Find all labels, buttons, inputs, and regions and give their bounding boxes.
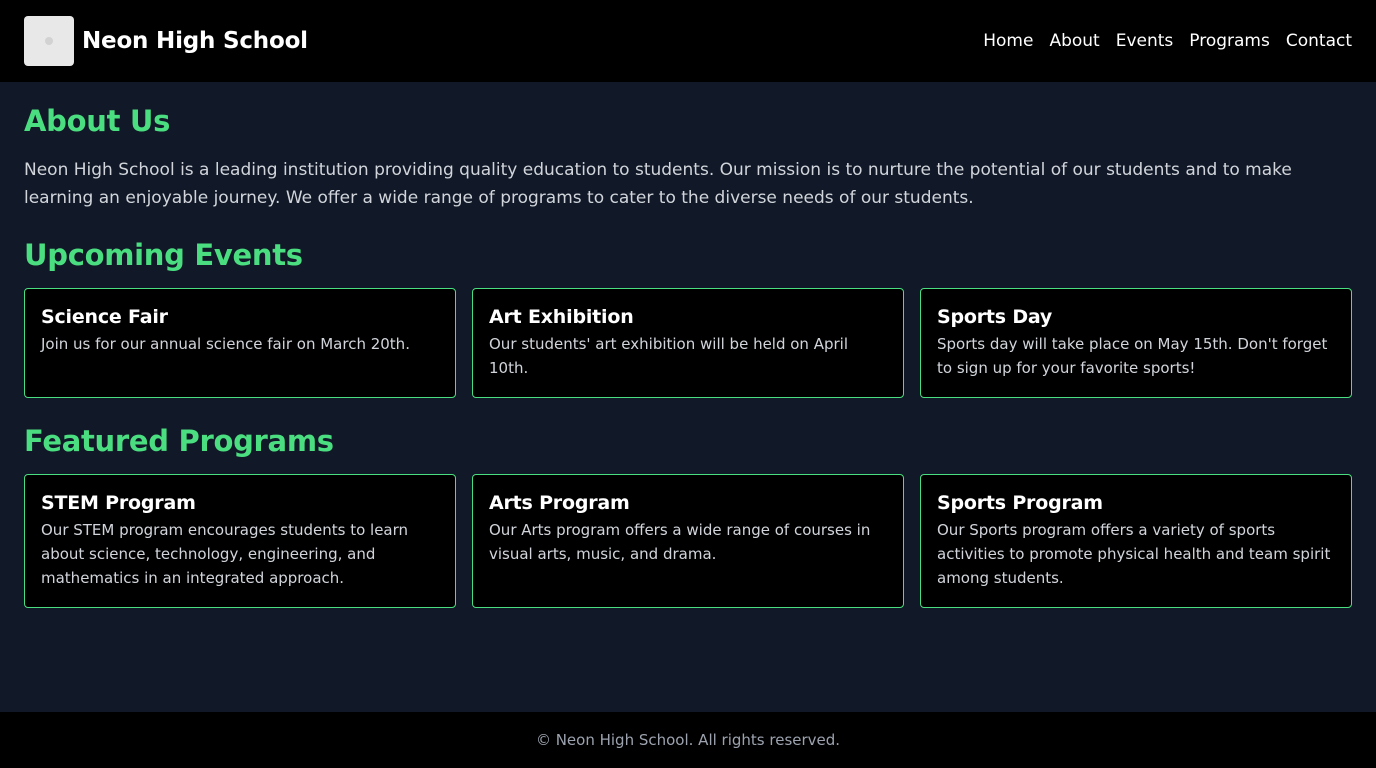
- site-title[interactable]: Neon High School: [82, 28, 308, 54]
- about-text: Neon High School is a leading institutio…: [24, 160, 1292, 208]
- program-description: Our Sports program offers a variety of s…: [937, 521, 1331, 587]
- program-description: Our Arts program offers a wide range of …: [489, 521, 871, 563]
- about-section: About Us Neon High School is a leading i…: [24, 104, 1352, 212]
- event-description: Our students' art exhibition will be hel…: [489, 335, 848, 377]
- event-title: Science Fair: [41, 306, 168, 328]
- event-title: Sports Day: [937, 306, 1053, 328]
- program-card: STEM Program Our STEM program encourages…: [24, 474, 456, 608]
- programs-title: Featured Programs: [24, 424, 334, 458]
- site-header: Neon High School Home About Events Progr…: [0, 0, 1376, 82]
- nav-link-home[interactable]: Home: [983, 31, 1033, 51]
- nav-link-events[interactable]: Events: [1116, 31, 1174, 51]
- program-card: Sports Program Our Sports program offers…: [920, 474, 1352, 608]
- nav-link-about[interactable]: About: [1049, 31, 1099, 51]
- brand[interactable]: Neon High School: [24, 16, 308, 66]
- event-card: Art Exhibition Our students' art exhibit…: [472, 288, 904, 398]
- program-description: Our STEM program encourages students to …: [41, 521, 409, 587]
- main-content: About Us Neon High School is a leading i…: [0, 82, 1376, 608]
- event-card: Science Fair Join us for our annual scie…: [24, 288, 456, 398]
- program-title: STEM Program: [41, 492, 196, 514]
- footer-copyright: © Neon High School. All rights reserved.: [535, 731, 841, 749]
- event-card: Sports Day Sports day will take place on…: [920, 288, 1352, 398]
- nav-link-programs[interactable]: Programs: [1189, 31, 1270, 51]
- programs-section: Featured Programs STEM Program Our STEM …: [24, 424, 1352, 608]
- programs-grid: STEM Program Our STEM program encourages…: [24, 474, 1352, 608]
- events-section: Upcoming Events Science Fair Join us for…: [24, 238, 1352, 398]
- program-title: Sports Program: [937, 492, 1103, 514]
- site-footer: © Neon High School. All rights reserved.: [0, 712, 1376, 768]
- school-logo-icon[interactable]: [24, 16, 74, 66]
- events-title: Upcoming Events: [24, 238, 303, 272]
- event-title: Art Exhibition: [489, 306, 634, 328]
- events-grid: Science Fair Join us for our annual scie…: [24, 288, 1352, 398]
- program-title: Arts Program: [489, 492, 630, 514]
- about-title: About Us: [24, 104, 171, 138]
- event-description: Sports day will take place on May 15th. …: [937, 335, 1328, 377]
- program-card: Arts Program Our Arts program offers a w…: [472, 474, 904, 608]
- nav-link-contact[interactable]: Contact: [1286, 31, 1352, 51]
- event-description: Join us for our annual science fair on M…: [41, 335, 410, 353]
- logo-placeholder-dot: [45, 37, 53, 45]
- main-nav: Home About Events Programs Contact: [983, 31, 1352, 51]
